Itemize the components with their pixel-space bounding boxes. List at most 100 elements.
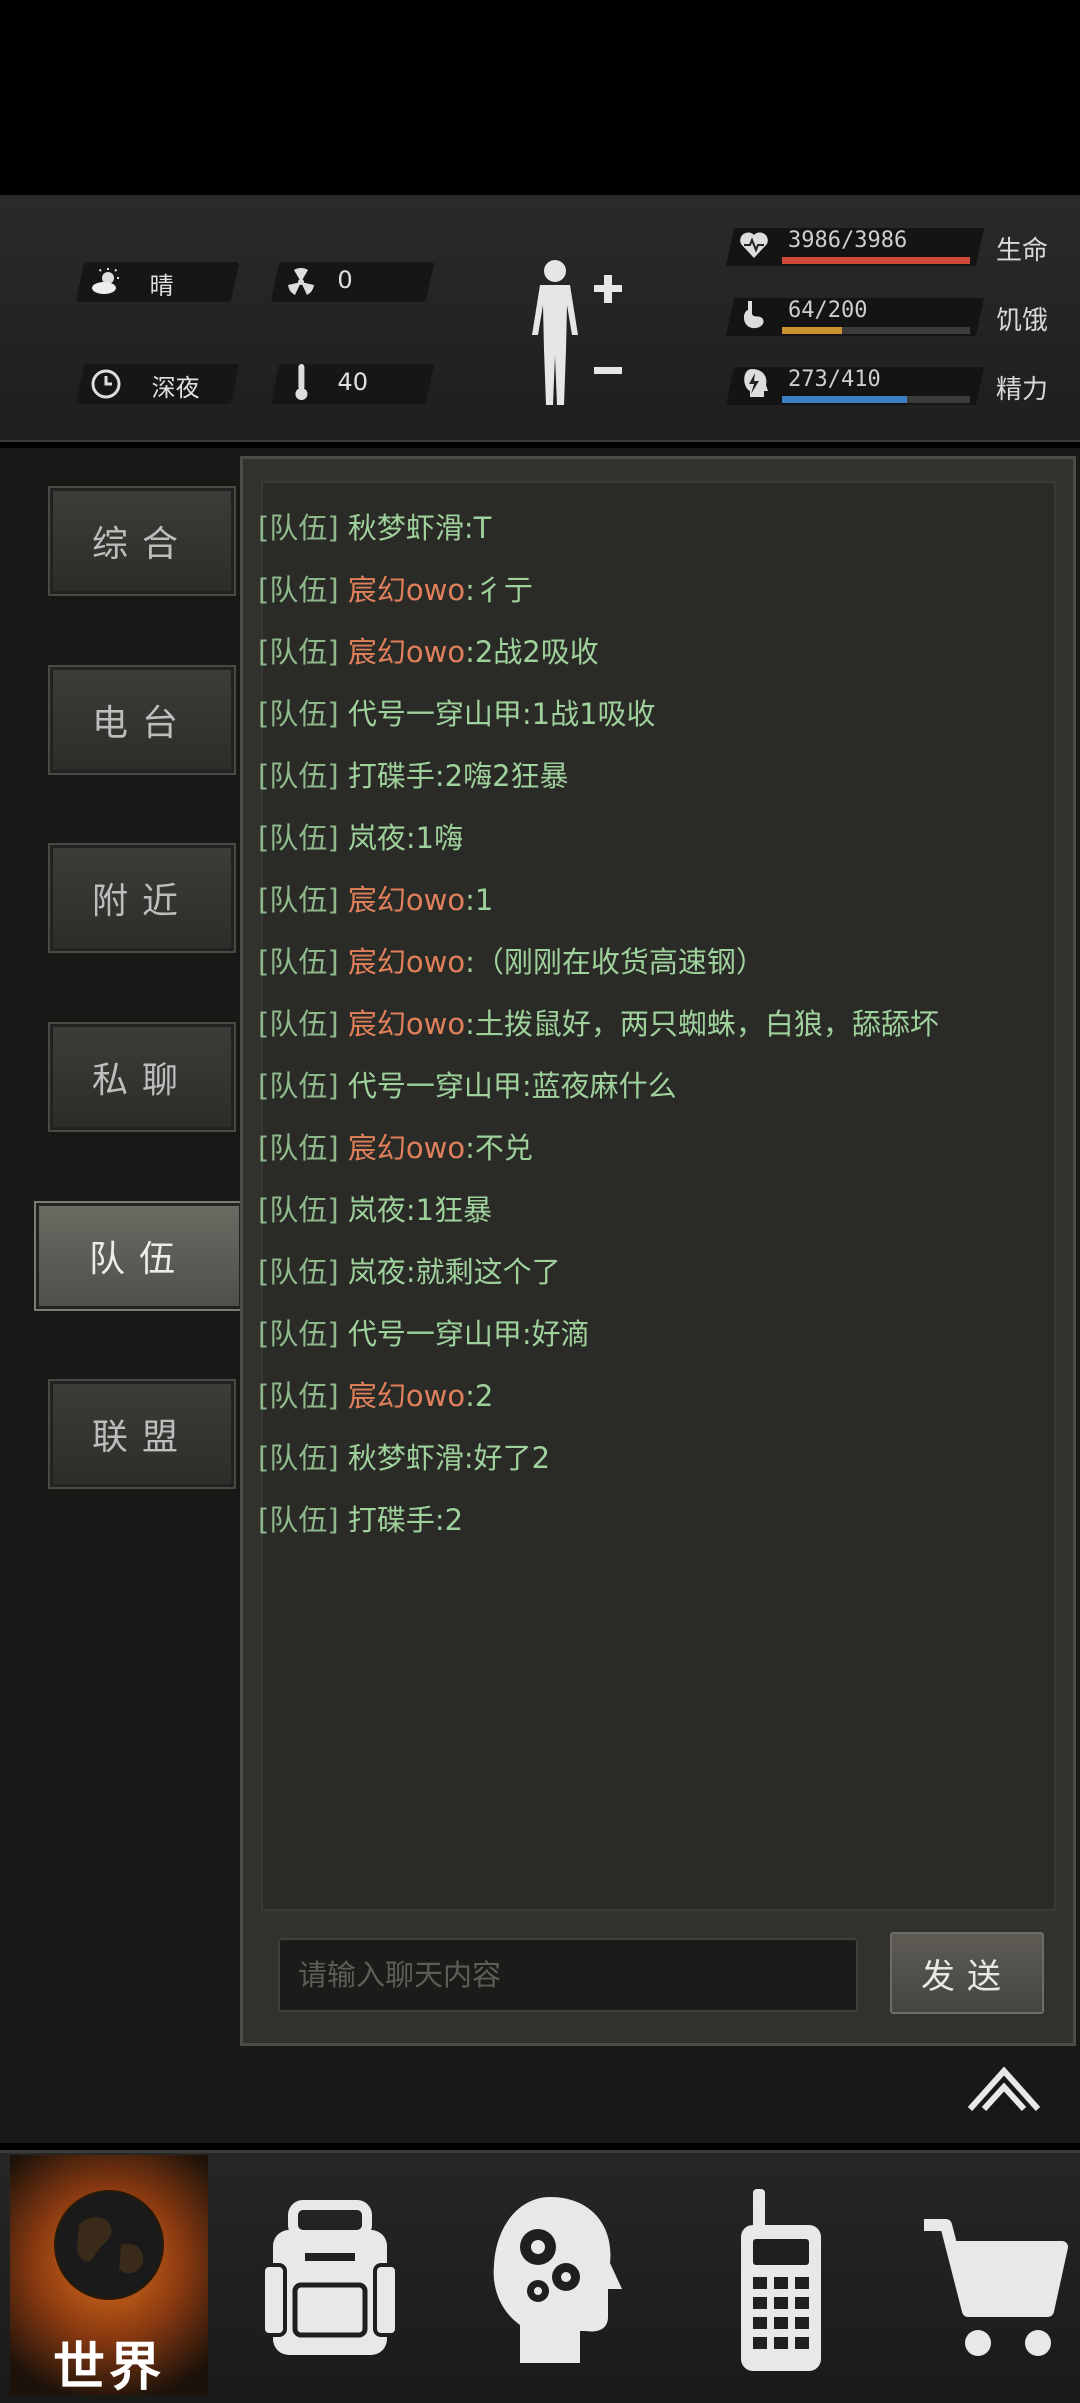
message-channel: [队伍] <box>258 821 339 855</box>
message-channel: [队伍] <box>258 697 339 731</box>
message-text: :2 <box>434 1503 464 1537</box>
tab-private[interactable]: 私聊 <box>48 1022 236 1132</box>
message-text: :T <box>463 511 492 545</box>
message-channel: [队伍] <box>258 1007 339 1041</box>
shopping-cart-icon[interactable] <box>920 2185 1070 2375</box>
chat-message: [队伍] 宸幻owo:1 <box>258 877 493 919</box>
message-sender[interactable]: 宸幻owo <box>348 573 465 607</box>
message-channel: [队伍] <box>258 511 339 545</box>
message-channel: [队伍] <box>258 1441 339 1475</box>
tab-nearby[interactable]: 附近 <box>48 843 236 953</box>
send-button[interactable]: 发送 <box>890 1932 1044 2014</box>
health-bar: 3986/3986 生命 <box>720 222 1070 272</box>
message-channel: [队伍] <box>258 1317 339 1351</box>
message-sender[interactable]: 宸幻owo <box>348 1379 465 1413</box>
weather-chip: 晴 <box>75 262 240 302</box>
chat-message: [队伍] 代号一穿山甲:1战1吸收 <box>258 691 656 733</box>
message-text: :土拨鼠好，两只蜘蛛，白狼，舔舔坏 <box>465 1007 939 1041</box>
message-channel: [队伍] <box>258 635 339 669</box>
message-text: :好滴 <box>521 1317 590 1351</box>
message-text: :蓝夜麻什么 <box>521 1069 677 1103</box>
message-channel: [队伍] <box>258 1131 339 1165</box>
head-gears-icon[interactable] <box>480 2185 630 2375</box>
health-label: 生命 <box>996 236 1049 266</box>
message-text: :2 <box>465 1379 494 1413</box>
chat-input[interactable]: 请输入聊天内容 <box>278 1938 858 2012</box>
health-fill <box>782 257 970 264</box>
message-text: :1战1吸收 <box>521 697 656 731</box>
chat-message: [队伍] 宸幻owo:不兑 <box>258 1125 533 1167</box>
message-sender[interactable]: 代号一穿山甲 <box>348 697 522 731</box>
message-sender[interactable]: 宸幻owo <box>348 1131 465 1165</box>
weather-text: 晴 <box>149 272 174 300</box>
message-sender[interactable]: 秋梦虾滑 <box>348 511 464 545</box>
message-sender[interactable]: 代号一穿山甲 <box>348 1069 522 1103</box>
chat-message: [队伍] 岚夜:1嗨 <box>258 815 463 857</box>
nav-world-button[interactable]: 世界 <box>10 2155 208 2398</box>
message-text: :好了2 <box>463 1441 551 1475</box>
stomach-icon <box>743 301 764 329</box>
chat-message: [队伍] 秋梦虾滑:T <box>258 505 491 547</box>
tab-team[interactable]: 队伍 <box>34 1201 244 1311</box>
message-sender[interactable]: 岚夜 <box>348 821 406 855</box>
message-text: :（刚刚在收货高速钢） <box>465 945 765 979</box>
message-channel: [队伍] <box>258 1069 339 1103</box>
radiation-value: 0 <box>337 266 353 294</box>
hunger-bar: 64/200 饥饿 <box>720 292 1070 342</box>
message-channel: [队伍] <box>258 1503 339 1537</box>
chat-message: [队伍] 岚夜:就剩这个了 <box>258 1249 561 1291</box>
message-text: :就剩这个了 <box>405 1255 561 1289</box>
chat-message: [队伍] 秋梦虾滑:好了2 <box>258 1435 550 1477</box>
message-sender[interactable]: 打碟手 <box>348 1503 435 1537</box>
message-sender[interactable]: 岚夜 <box>348 1255 406 1289</box>
message-sender[interactable]: 宸幻owo <box>348 945 465 979</box>
message-channel: [队伍] <box>258 883 339 917</box>
tab-radio[interactable]: 电台 <box>48 665 236 775</box>
head-bolt-icon <box>744 369 768 397</box>
chat-message: [队伍] 打碟手:2 <box>258 1497 463 1539</box>
time-chip: 深夜 <box>75 364 240 404</box>
message-channel: [队伍] <box>258 1255 339 1289</box>
temperature-chip: 40 <box>270 364 435 404</box>
message-channel: [队伍] <box>258 759 339 793</box>
message-sender[interactable]: 秋梦虾滑 <box>348 1441 464 1475</box>
tab-alliance[interactable]: 联盟 <box>48 1379 236 1489</box>
message-channel: [队伍] <box>258 1193 339 1227</box>
chat-message: [队伍] 代号一穿山甲:好滴 <box>258 1311 590 1353</box>
radiation-icon <box>288 267 314 295</box>
energy-bar: 273/410 精力 <box>720 361 1070 411</box>
chat-message: [队伍] 宸幻owo:2战2吸收 <box>258 629 599 671</box>
message-text: :1嗨 <box>405 821 464 855</box>
energy-value: 273/410 <box>788 367 881 392</box>
message-text: :不兑 <box>465 1131 533 1165</box>
message-channel: [队伍] <box>258 1379 339 1413</box>
chat-message: [队伍] 宸幻owo:2 <box>258 1373 493 1415</box>
chat-message: [队伍] 宸幻owo:（刚刚在收货高速钢） <box>258 939 765 981</box>
message-text: :2战2吸收 <box>465 635 599 669</box>
clock-icon <box>91 369 121 399</box>
walkie-talkie-icon[interactable] <box>705 2185 855 2375</box>
message-text: :2嗨2狂暴 <box>434 759 569 793</box>
nav-world-label: 世界 <box>52 2338 165 2398</box>
collapse-chevron-icon[interactable] <box>966 2065 1042 2113</box>
message-text: :1狂暴 <box>405 1193 493 1227</box>
chat-message: [队伍] 打碟手:2嗨2狂暴 <box>258 753 569 795</box>
tab-general[interactable]: 综合 <box>48 486 236 596</box>
energy-fill <box>782 396 908 403</box>
backpack-icon[interactable] <box>255 2185 405 2375</box>
thermometer-icon <box>295 364 308 400</box>
body-status-button[interactable] <box>520 255 630 415</box>
message-channel: [队伍] <box>258 573 339 607</box>
message-channel: [队伍] <box>258 945 339 979</box>
chat-message: [队伍] 宸幻owo:彳亍 <box>258 567 533 609</box>
chat-message: [队伍] 岚夜:1狂暴 <box>258 1187 492 1229</box>
message-sender[interactable]: 打碟手 <box>348 759 435 793</box>
time-of-day-text: 深夜 <box>151 374 200 402</box>
message-sender[interactable]: 代号一穿山甲 <box>348 1317 522 1351</box>
message-sender[interactable]: 宸幻owo <box>348 1007 465 1041</box>
radiation-chip: 0 <box>270 262 435 302</box>
message-sender[interactable]: 宸幻owo <box>348 635 465 669</box>
chat-message: [队伍] 宸幻owo:土拨鼠好，两只蜘蛛，白狼，舔舔坏 <box>258 1001 939 1043</box>
message-sender[interactable]: 宸幻owo <box>348 883 465 917</box>
message-sender[interactable]: 岚夜 <box>348 1193 406 1227</box>
